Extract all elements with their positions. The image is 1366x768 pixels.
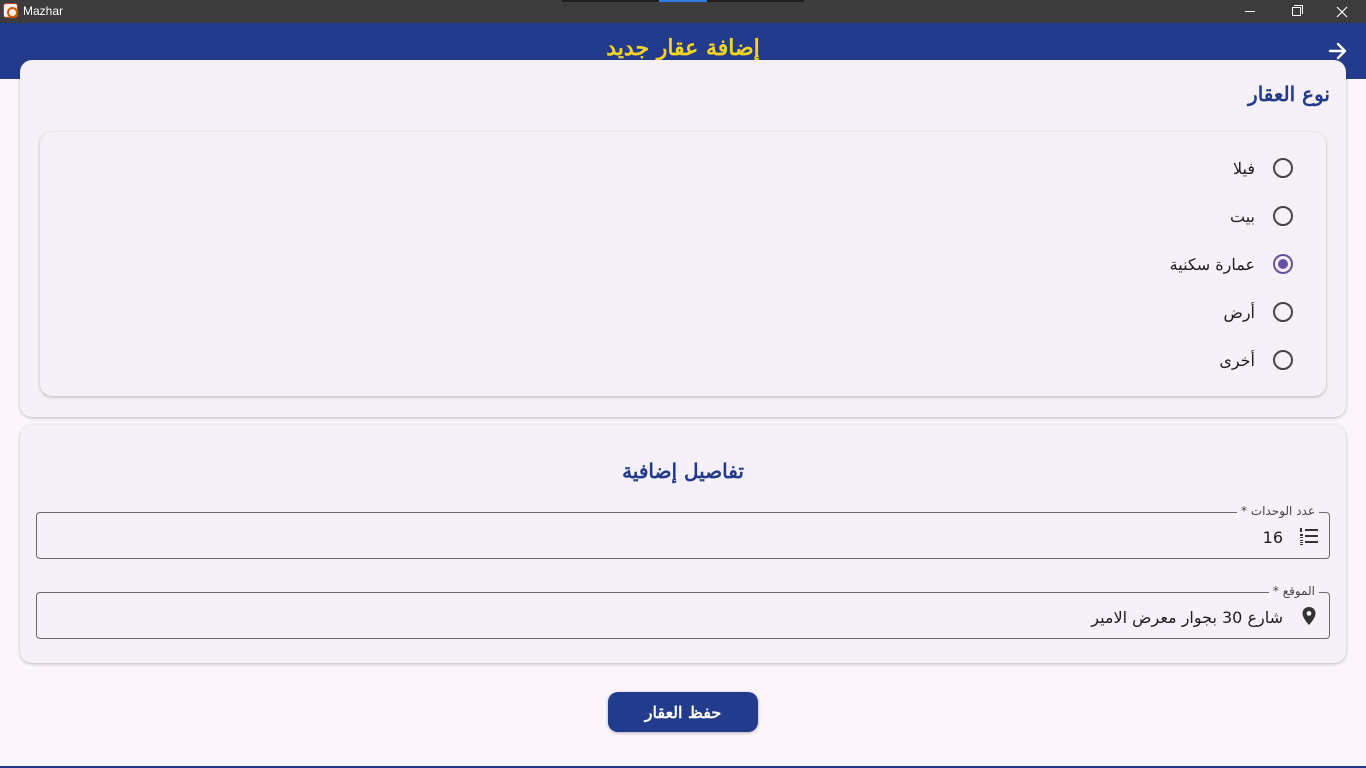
radio-button[interactable] — [1273, 350, 1293, 370]
page-title: إضافة عقار جديد — [606, 35, 760, 61]
property-type-options: فيلا بيت عمارة سكنية أرض أخرى — [40, 132, 1326, 396]
list-numbered-icon — [1300, 528, 1318, 545]
radio-button[interactable] — [1273, 206, 1293, 226]
close-icon — [1336, 6, 1348, 17]
active-indicator — [659, 0, 707, 2]
radio-option-other[interactable]: أخرى — [993, 346, 1293, 374]
location-label: الموقع * — [1268, 584, 1319, 598]
window-titlebar: Mazhar — [0, 0, 1366, 23]
taskbar-strip — [562, 0, 804, 2]
restore-button[interactable] — [1273, 0, 1319, 23]
location-input[interactable] — [83, 605, 1283, 629]
units-count-field[interactable]: عدد الوحدات * — [36, 504, 1330, 559]
radio-button[interactable] — [1273, 158, 1293, 178]
minimize-icon — [1245, 11, 1255, 12]
radio-option-residential-building[interactable]: عمارة سكنية — [993, 250, 1293, 278]
window-title: Mazhar — [23, 4, 64, 18]
units-count-label: عدد الوحدات * — [1237, 504, 1319, 518]
radio-button[interactable] — [1273, 302, 1293, 322]
radio-label: فيلا — [1232, 158, 1255, 178]
restore-icon — [1291, 5, 1303, 16]
property-type-card: نوع العقار فيلا بيت عمارة سكنية أرض أخرى — [20, 60, 1346, 417]
units-count-input[interactable] — [83, 525, 1283, 549]
radio-label: أخرى — [1219, 350, 1255, 370]
location-field[interactable]: الموقع * — [36, 584, 1330, 639]
property-type-heading: نوع العقار — [1248, 82, 1330, 106]
radio-option-land[interactable]: أرض — [993, 298, 1293, 326]
additional-details-card: تفاصيل إضافية عدد الوحدات * الموقع * — [20, 425, 1346, 663]
radio-label: عمارة سكنية — [1169, 254, 1255, 274]
radio-option-villa[interactable]: فيلا — [993, 154, 1293, 182]
additional-details-heading: تفاصيل إضافية — [622, 459, 744, 483]
save-property-button[interactable]: حفظ العقار — [608, 692, 758, 732]
minimize-button[interactable] — [1227, 0, 1273, 23]
location-pin-icon — [1302, 607, 1316, 625]
radio-label: أرض — [1223, 302, 1255, 322]
radio-option-house[interactable]: بيت — [993, 202, 1293, 230]
close-button[interactable] — [1319, 0, 1365, 23]
radio-label: بيت — [1230, 206, 1255, 226]
radio-button-selected[interactable] — [1273, 254, 1293, 274]
mazhar-app-icon — [3, 3, 18, 18]
